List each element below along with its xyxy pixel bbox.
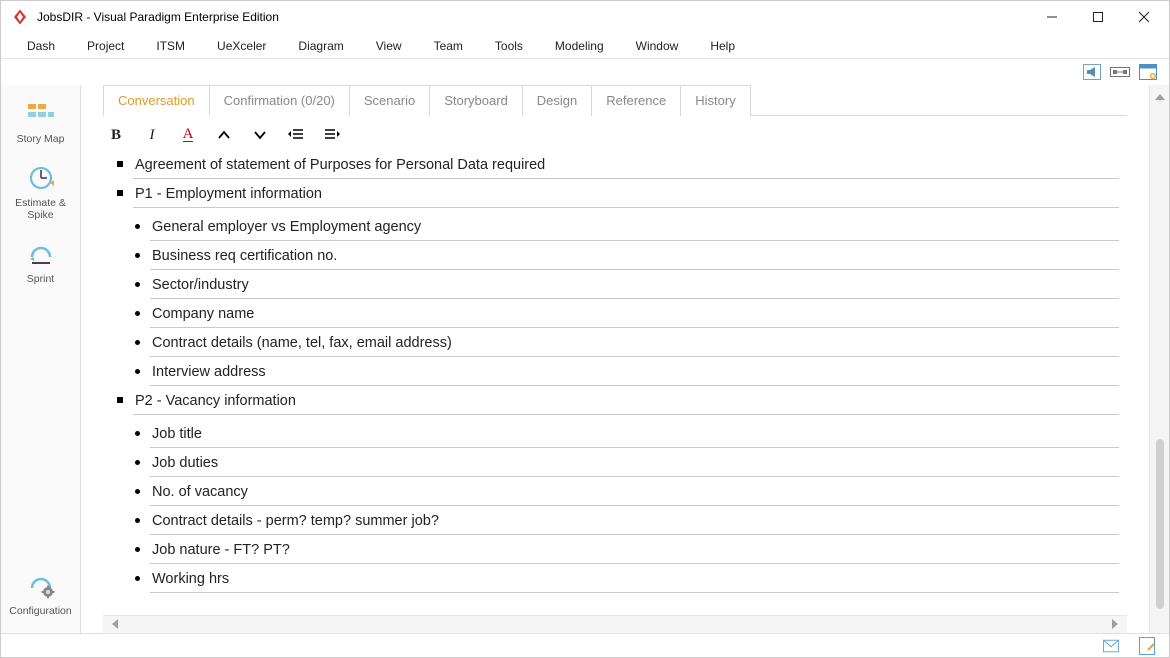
outline-text: Job duties	[150, 450, 1119, 477]
scroll-thumb[interactable]	[1156, 439, 1164, 609]
sidebar-item-story-map[interactable]: Story Map	[3, 99, 79, 145]
title-bar: JobsDIR - Visual Paradigm Enterprise Edi…	[1, 1, 1169, 33]
menu-view[interactable]: View	[360, 35, 418, 57]
sidebar-item-estimate-spike[interactable]: Estimate & Spike	[3, 163, 79, 221]
sidebar-item-label: Story Map	[3, 133, 79, 145]
note-icon[interactable]	[1139, 638, 1155, 654]
sidebar-item-configuration[interactable]: Configuration	[3, 571, 79, 617]
main-area: Story Map Estimate & Spike Sprint Con	[1, 85, 1169, 633]
outline-text: Interview address	[150, 359, 1119, 386]
maximize-button[interactable]	[1075, 1, 1121, 33]
font-color-button[interactable]: A	[179, 126, 197, 144]
menu-tools[interactable]: Tools	[479, 35, 539, 57]
menu-project[interactable]: Project	[71, 35, 140, 57]
menu-modeling[interactable]: Modeling	[539, 35, 620, 57]
outline-text: Agreement of statement of Purposes for P…	[133, 152, 1119, 179]
tab-history[interactable]: History	[681, 85, 750, 116]
outline-text: Sector/industry	[150, 272, 1119, 299]
tab-storyboard[interactable]: Storyboard	[430, 85, 523, 116]
outline-subitem[interactable]: Job duties	[135, 450, 1123, 477]
scroll-left-icon[interactable]	[111, 617, 119, 632]
estimate-spike-icon	[3, 163, 79, 193]
menu-dash[interactable]: Dash	[11, 35, 71, 57]
editor-panel: Conversation Confirmation (0/20) Scenari…	[103, 85, 1127, 633]
scroll-up-icon[interactable]	[1155, 89, 1165, 104]
scroll-right-icon[interactable]	[1111, 617, 1119, 632]
vertical-scroll[interactable]	[1149, 85, 1169, 633]
menu-diagram[interactable]: Diagram	[282, 35, 359, 57]
menu-bar: Dash Project ITSM UeXceler Diagram View …	[1, 33, 1169, 59]
collapse-button[interactable]	[215, 126, 233, 144]
outline-subitem[interactable]: Company name	[135, 301, 1123, 328]
outline-text: Business req certification no.	[150, 243, 1119, 270]
top-icons	[1, 59, 1169, 85]
panel-add-icon[interactable]	[1137, 63, 1159, 81]
outline-text: Contract details - perm? temp? summer jo…	[150, 508, 1119, 535]
outline-text: Working hrs	[150, 566, 1119, 593]
indent-button[interactable]	[323, 126, 341, 144]
document-body[interactable]: Agreement of statement of Purposes for P…	[103, 152, 1127, 615]
mail-icon[interactable]	[1103, 638, 1119, 654]
outline-subitem[interactable]: No. of vacancy	[135, 479, 1123, 506]
outline-text: Contract details (name, tel, fax, email …	[150, 330, 1119, 357]
app-icon	[11, 8, 29, 26]
outline-text: Job nature - FT? PT?	[150, 537, 1119, 564]
outline-subitem[interactable]: Job nature - FT? PT?	[135, 537, 1123, 564]
sprint-icon	[3, 239, 79, 269]
announce-icon[interactable]	[1081, 63, 1103, 81]
outline-subitem[interactable]: General employer vs Employment agency	[135, 214, 1123, 241]
menu-window[interactable]: Window	[620, 35, 695, 57]
menu-team[interactable]: Team	[418, 35, 479, 57]
window-controls	[1029, 1, 1167, 33]
outline-item[interactable]: P1 - Employment information General empl…	[117, 181, 1123, 386]
tab-scenario[interactable]: Scenario	[350, 85, 430, 116]
outdent-button[interactable]	[287, 126, 305, 144]
menu-itsm[interactable]: ITSM	[140, 35, 201, 57]
tab-conversation[interactable]: Conversation	[103, 85, 210, 116]
outline-text: Job title	[150, 421, 1119, 448]
outline-subitem[interactable]: Interview address	[135, 359, 1123, 386]
tab-reference[interactable]: Reference	[592, 85, 681, 116]
outline-text: P1 - Employment information	[133, 181, 1119, 208]
sidebar-item-label: Sprint	[3, 273, 79, 285]
italic-button[interactable]: I	[143, 126, 161, 144]
layout-icon[interactable]	[1109, 63, 1131, 81]
expand-button[interactable]	[251, 126, 269, 144]
outline-subitem[interactable]: Job title	[135, 421, 1123, 448]
tab-confirmation[interactable]: Confirmation (0/20)	[210, 85, 350, 116]
outline-subitem[interactable]: Business req certification no.	[135, 243, 1123, 270]
format-toolbar: B I A	[103, 116, 1127, 152]
horizontal-scroll[interactable]	[103, 615, 1127, 633]
sidebar-item-sprint[interactable]: Sprint	[3, 239, 79, 285]
outline-text: No. of vacancy	[150, 479, 1119, 506]
story-map-icon	[3, 99, 79, 129]
menu-help[interactable]: Help	[694, 35, 751, 57]
configuration-icon	[3, 571, 79, 601]
minimize-button[interactable]	[1029, 1, 1075, 33]
outline-subitem[interactable]: Sector/industry	[135, 272, 1123, 299]
status-bar	[1, 633, 1169, 657]
outline-text: General employer vs Employment agency	[150, 214, 1119, 241]
tab-bar: Conversation Confirmation (0/20) Scenari…	[103, 85, 1127, 116]
menu-uexceler[interactable]: UeXceler	[201, 35, 282, 57]
tab-design[interactable]: Design	[523, 85, 592, 116]
outline-item[interactable]: P2 - Vacancy information Job title Job d…	[117, 388, 1123, 593]
outline-text: Company name	[150, 301, 1119, 328]
close-button[interactable]	[1121, 1, 1167, 33]
window-title: JobsDIR - Visual Paradigm Enterprise Edi…	[37, 10, 1029, 24]
outline-text: P2 - Vacancy information	[133, 388, 1119, 415]
sidebar-item-label: Configuration	[3, 605, 79, 617]
outline-subitem[interactable]: Contract details (name, tel, fax, email …	[135, 330, 1123, 357]
outline-subitem[interactable]: Contract details - perm? temp? summer jo…	[135, 508, 1123, 535]
outline-subitem[interactable]: Working hrs	[135, 566, 1123, 593]
content-area: Conversation Confirmation (0/20) Scenari…	[81, 85, 1169, 633]
sidebar-item-label: Estimate & Spike	[3, 197, 79, 221]
sidebar: Story Map Estimate & Spike Sprint Con	[1, 85, 81, 633]
bold-button[interactable]: B	[107, 126, 125, 144]
outline-item[interactable]: Agreement of statement of Purposes for P…	[117, 152, 1123, 179]
